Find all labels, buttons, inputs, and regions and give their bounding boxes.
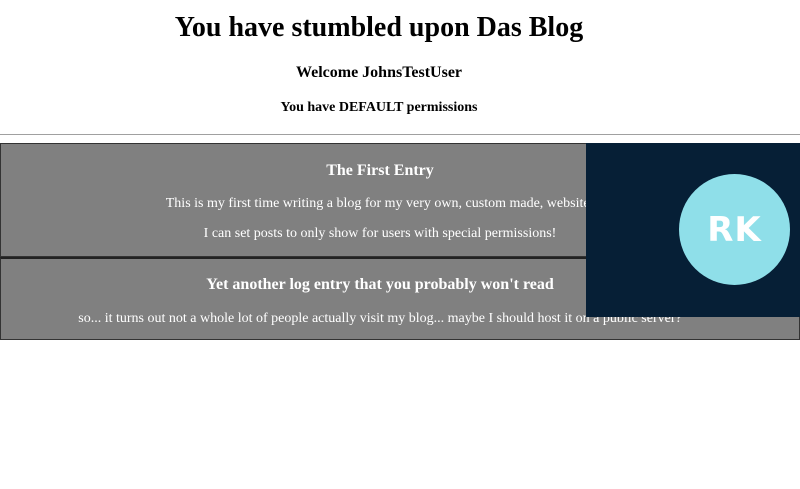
page-title: You have stumbled upon Das Blog bbox=[174, 12, 584, 43]
header-divider bbox=[0, 134, 800, 135]
avatar-panel: RK bbox=[586, 143, 800, 317]
avatar[interactable]: RK bbox=[679, 174, 790, 285]
welcome-message: Welcome JohnsTestUser bbox=[295, 64, 463, 81]
permissions-message: You have DEFAULT permissions bbox=[280, 100, 478, 115]
